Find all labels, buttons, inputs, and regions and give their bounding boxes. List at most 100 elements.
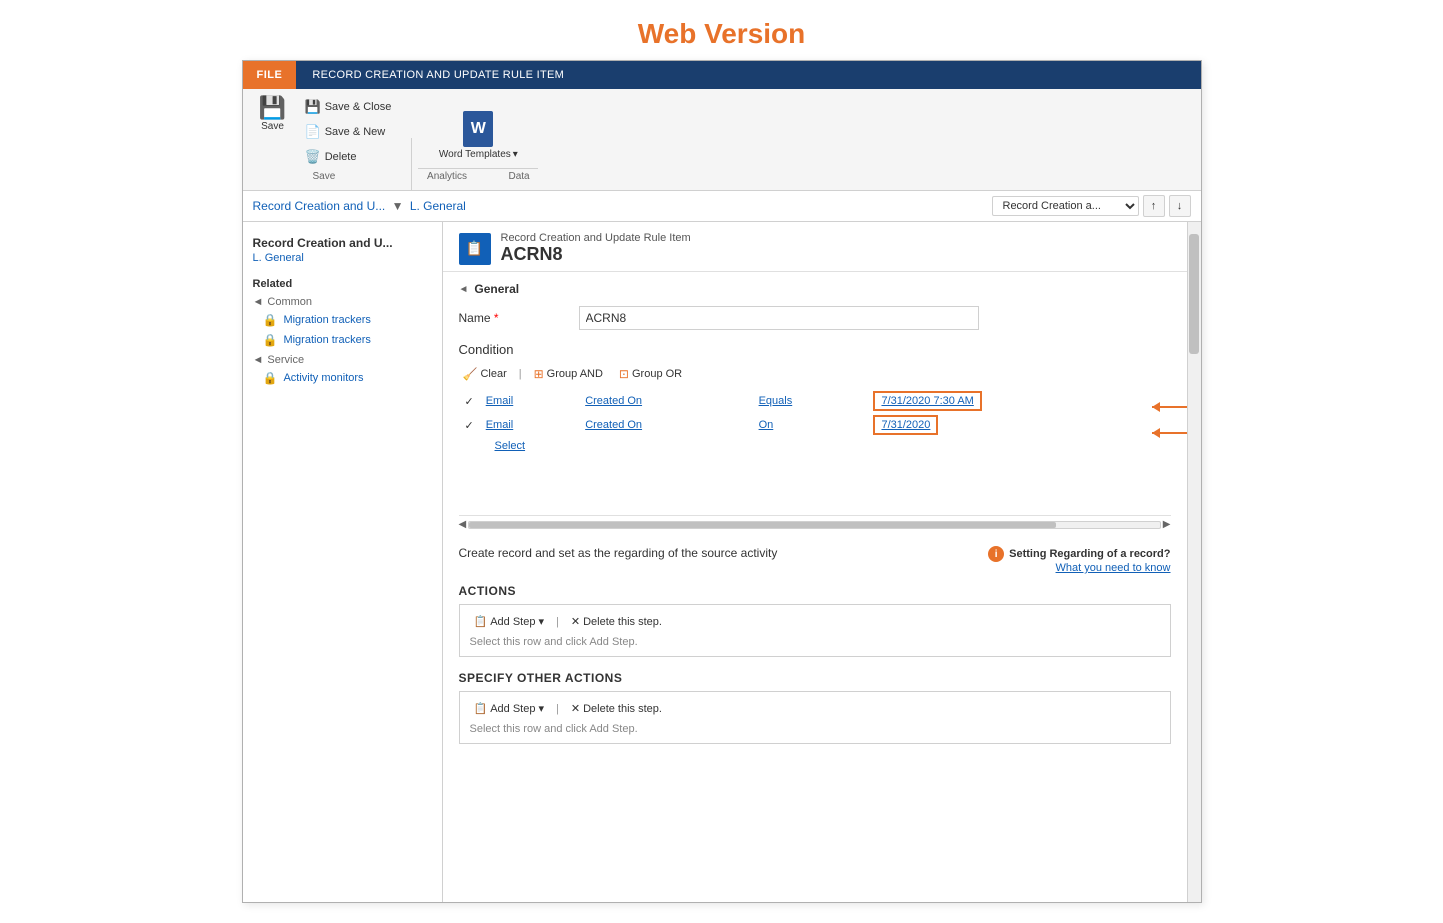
delete-step-button[interactable]: ✕ Delete this step. <box>567 613 666 630</box>
save-close-button[interactable]: 💾 Save & Close <box>299 96 398 118</box>
save-icon: 💾 <box>259 97 286 119</box>
activity-icon: 🔒 <box>263 371 278 385</box>
v-scroll-thumb <box>1189 234 1199 354</box>
sidebar-subtitle[interactable]: L. General <box>243 252 442 270</box>
clear-label: Clear <box>480 368 506 380</box>
actions-label: ACTIONS <box>459 584 1171 598</box>
sidebar-item-migration-1[interactable]: 🔒 Migration trackers <box>243 310 442 330</box>
create-record-row: Create record and set as the regarding o… <box>459 546 1171 574</box>
condition-label: Condition <box>459 342 1171 357</box>
name-input[interactable] <box>579 306 979 330</box>
general-section-header: ◄ General <box>459 282 1171 296</box>
row1-field1[interactable]: Email <box>486 395 514 407</box>
specify-delete-icon: ✕ <box>571 702 580 715</box>
save-new-label: Save & New <box>325 126 386 138</box>
migration-icon-2: 🔒 <box>263 333 278 347</box>
group-or-button[interactable]: ⊡ Group OR <box>615 365 686 383</box>
scroll-right-icon[interactable]: ▶ <box>1163 519 1171 530</box>
group-and-icon: ⊞ <box>534 367 544 381</box>
h-scrollbar: ◀ ▶ <box>459 515 1171 530</box>
condition-toolbar: 🧹 Clear | ⊞ Group AND ⊡ Group OR <box>459 365 1171 383</box>
service-section-header: ◄ Service <box>243 350 442 368</box>
sidebar-item-migration-2[interactable]: 🔒 Migration trackers <box>243 330 442 350</box>
page-title: Web Version <box>0 0 1443 60</box>
save-label: Save <box>261 121 284 132</box>
scroll-thumb <box>469 522 1056 528</box>
add-step-button[interactable]: 📋 Add Step ▾ <box>470 613 549 630</box>
group-and-button[interactable]: ⊞ Group AND <box>530 365 607 383</box>
ribbon-divider-1 <box>411 138 412 190</box>
word-templates-label: Word Templates ▾ <box>439 149 518 160</box>
breadcrumb-entity[interactable]: Record Creation and U... <box>253 199 386 213</box>
row2-field2[interactable]: Created On <box>585 419 642 431</box>
clear-icon: 🧹 <box>463 367 478 381</box>
word-templates-button[interactable]: W Word Templates ▾ <box>430 106 527 165</box>
content: 📋 Record Creation and Update Rule Item A… <box>443 222 1187 902</box>
add-step-label: Add Step <box>490 616 535 628</box>
save-new-button[interactable]: 📄 Save & New <box>299 121 398 143</box>
dropdown-arrow-icon: ▾ <box>513 149 518 160</box>
row2-operator[interactable]: On <box>759 419 774 431</box>
nav-dropdown[interactable]: Record Creation a... <box>992 196 1139 216</box>
general-toggle[interactable]: ◄ <box>459 284 469 295</box>
name-label: Name * <box>459 311 579 325</box>
annotation-a-container: a <box>1152 393 1187 421</box>
migration-label-1: Migration trackers <box>283 314 370 326</box>
name-row: Name * <box>459 306 1171 330</box>
condition-rows-container: ✓ Email Created On Equals 7/31/2020 7:30… <box>459 389 1171 455</box>
actions-toolbar: 📋 Add Step ▾ | ✕ Delete this step. <box>470 613 1160 630</box>
row1-field2[interactable]: Created On <box>585 395 642 407</box>
sidebar-item-activity[interactable]: 🔒 Activity monitors <box>243 368 442 388</box>
ribbon-word-section: W Word Templates ▾ Analytics Data <box>418 106 554 190</box>
add-step-icon: 📋 <box>474 615 488 628</box>
save-close-label: Save & Close <box>325 101 392 113</box>
scroll-track[interactable] <box>468 521 1161 529</box>
analytics-label: Analytics <box>427 171 467 182</box>
clear-button[interactable]: 🧹 Clear <box>459 365 511 383</box>
related-label: Related <box>243 270 442 292</box>
specify-label: SPECIFY OTHER ACTIONS <box>459 671 1171 685</box>
record-title-block: Record Creation and Update Rule Item ACR… <box>501 232 691 265</box>
nav-up-button[interactable]: ↑ <box>1143 195 1165 217</box>
specify-toolbar: 📋 Add Step ▾ | ✕ Delete this step. <box>470 700 1160 717</box>
info-icon: i <box>988 546 1004 562</box>
v-scrollbar[interactable] <box>1187 222 1201 902</box>
file-tab[interactable]: FILE <box>243 61 297 89</box>
delete-step-icon: ✕ <box>571 615 580 628</box>
delete-button[interactable]: 🗑️ Delete <box>299 146 398 168</box>
save-button[interactable]: 💾 Save <box>251 93 295 136</box>
actions-section: ACTIONS 📋 Add Step ▾ | <box>459 584 1171 657</box>
required-indicator: * <box>494 311 499 325</box>
specify-sep: | <box>556 703 559 715</box>
row1-operator[interactable]: Equals <box>759 395 793 407</box>
breadcrumb: Record Creation and U... ▼ L. General <box>253 199 466 213</box>
specify-box: 📋 Add Step ▾ | ✕ Delete this step. <box>459 691 1171 744</box>
specify-add-step-label: Add Step <box>490 703 535 715</box>
service-label: Service <box>267 354 304 366</box>
common-section-header: ◄ Common <box>243 292 442 310</box>
select-row: Select <box>459 437 1171 455</box>
record-tab-label: RECORD CREATION AND UPDATE RULE ITEM <box>296 69 580 81</box>
specify-add-step-button[interactable]: 📋 Add Step ▾ <box>470 700 549 717</box>
sidebar-title: Record Creation and U... <box>243 230 442 252</box>
common-label: Common <box>267 296 312 308</box>
info-box: i Setting Regarding of a record? What yo… <box>988 546 1170 574</box>
row2-field1[interactable]: Email <box>486 419 514 431</box>
info-row: i Setting Regarding of a record? <box>988 546 1170 562</box>
group-or-label: Group OR <box>632 368 682 380</box>
specify-add-arrow: ▾ <box>538 702 544 715</box>
nav-down-button[interactable]: ↓ <box>1169 195 1191 217</box>
row2-value[interactable]: 7/31/2020 <box>873 415 938 435</box>
data-label: Data <box>508 171 529 182</box>
info-link[interactable]: What you need to know <box>1056 562 1171 574</box>
specify-delete-button[interactable]: ✕ Delete this step. <box>567 700 666 717</box>
specify-placeholder: Select this row and click Add Step. <box>470 723 1160 735</box>
activity-label: Activity monitors <box>283 372 363 384</box>
row1-value[interactable]: 7/31/2020 7:30 AM <box>873 391 981 411</box>
migration-icon-1: 🔒 <box>263 313 278 327</box>
select-link[interactable]: Select <box>467 440 526 452</box>
scroll-left-icon[interactable]: ◀ <box>459 519 467 530</box>
breadcrumb-section[interactable]: L. General <box>410 199 466 213</box>
annotation-b-container: b <box>1152 419 1187 447</box>
ribbon: 💾 Save 💾 Save & Close 📄 <box>243 89 1201 191</box>
